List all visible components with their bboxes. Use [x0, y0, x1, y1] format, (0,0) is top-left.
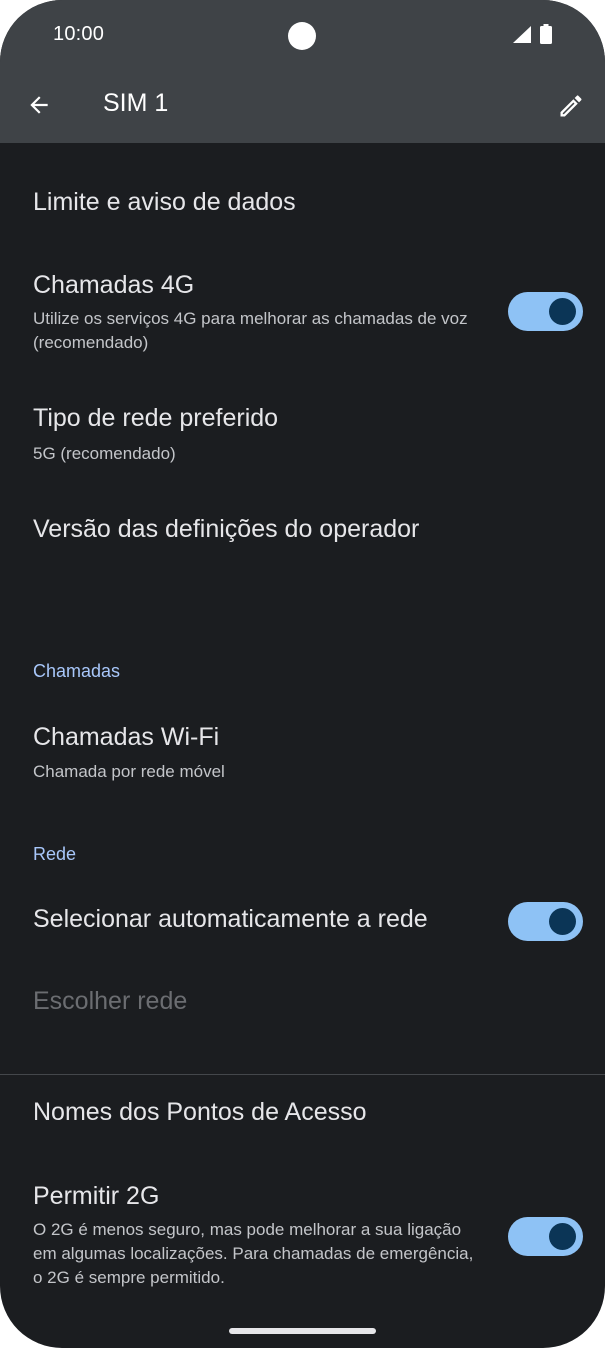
- data-limit-item[interactable]: Limite e aviso de dados: [0, 150, 605, 255]
- auto-network-title: Selecionar automaticamente a rede: [33, 905, 428, 933]
- battery-icon: [540, 24, 552, 44]
- auto-network-item[interactable]: Selecionar automaticamente a rede: [0, 885, 605, 960]
- wifi-calling-item[interactable]: Chamadas Wi-Fi Chamada por rede móvel: [0, 705, 605, 805]
- volte-item[interactable]: Chamadas 4G Utilize os serviços 4G para …: [0, 255, 605, 380]
- allow-2g-item[interactable]: Permitir 2G O 2G é menos seguro, mas pod…: [0, 1165, 605, 1305]
- allow-2g-toggle[interactable]: [508, 1217, 583, 1256]
- volte-title: Chamadas 4G: [33, 271, 195, 299]
- phone-screen: 10:00 SIM 1 Limite e aviso de dados Cham…: [0, 0, 605, 1348]
- camera-cutout: [288, 22, 316, 50]
- carrier-version-item[interactable]: Versão das definições do operador: [0, 495, 605, 575]
- apn-title: Nomes dos Pontos de Acesso: [33, 1098, 367, 1126]
- page-title: SIM 1: [103, 89, 169, 117]
- network-type-title: Tipo de rede preferido: [33, 404, 279, 432]
- volte-subtitle: Utilize os serviços 4G para melhorar as …: [33, 309, 468, 352]
- toggle-thumb: [549, 908, 576, 935]
- divider: [0, 1074, 605, 1075]
- arrow-back-icon: [30, 96, 48, 114]
- calls-section-header: Chamadas: [33, 661, 121, 681]
- signal-icon: [513, 26, 531, 43]
- allow-2g-title: Permitir 2G: [33, 1182, 160, 1210]
- data-limit-title: Limite e aviso de dados: [33, 188, 296, 216]
- home-indicator[interactable]: [229, 1328, 376, 1334]
- network-type-item[interactable]: Tipo de rede preferido 5G (recomendado): [0, 388, 605, 488]
- back-button[interactable]: [22, 88, 56, 122]
- wifi-calling-subtitle: Chamada por rede móvel: [33, 762, 225, 781]
- status-time: 10:00: [53, 23, 105, 45]
- toggle-thumb: [549, 1223, 576, 1250]
- toggle-thumb: [549, 298, 576, 325]
- auto-network-toggle[interactable]: [508, 902, 583, 941]
- network-type-subtitle: 5G (recomendado): [33, 444, 176, 463]
- pencil-icon: [560, 95, 582, 117]
- apn-item[interactable]: Nomes dos Pontos de Acesso: [0, 1078, 605, 1158]
- wifi-calling-title: Chamadas Wi-Fi: [33, 723, 220, 751]
- carrier-version-title: Versão das definições do operador: [33, 515, 420, 543]
- network-section-header: Rede: [33, 844, 77, 864]
- app-bar: 10:00 SIM 1: [0, 0, 605, 143]
- allow-2g-subtitle: O 2G é menos seguro, mas pode melhorar a…: [33, 1220, 474, 1287]
- choose-network-item: Escolher rede: [0, 965, 605, 1045]
- edit-button[interactable]: [554, 89, 588, 123]
- volte-toggle[interactable]: [508, 292, 583, 331]
- choose-network-title: Escolher rede: [33, 987, 188, 1015]
